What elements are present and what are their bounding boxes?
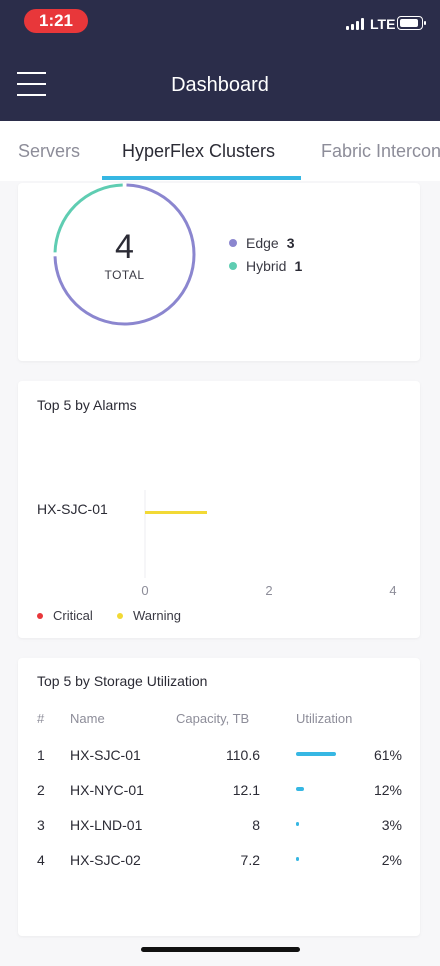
cluster-total-count: 4 [115, 228, 134, 266]
column-header-utilization: Utilization [296, 711, 353, 726]
row-capacity: 7.2 [240, 852, 260, 868]
signal-icon [346, 18, 366, 30]
row-utilization: 3% [381, 817, 402, 833]
x-tick-0: 0 [141, 583, 149, 598]
legend-warning-label: Warning [133, 608, 181, 623]
utilization-bar [296, 787, 304, 791]
row-capacity: 110.6 [226, 747, 260, 763]
alarms-title: Top 5 by Alarms [37, 397, 137, 413]
tab-servers[interactable]: Servers [18, 141, 80, 162]
storage-title: Top 5 by Storage Utilization [37, 673, 208, 689]
home-indicator[interactable] [141, 947, 300, 952]
utilization-bar [296, 822, 299, 826]
legend-hybrid-count: 1 [294, 258, 303, 274]
row-utilization: 2% [381, 852, 402, 868]
row-capacity: 8 [252, 817, 260, 833]
status-time: 1:21 [24, 9, 88, 33]
legend-critical-label: Critical [53, 608, 93, 623]
utilization-bar [296, 857, 299, 861]
legend-hybrid[interactable]: Hybrid 1 [229, 258, 302, 274]
critical-dot-icon [37, 612, 43, 619]
battery-icon [397, 16, 426, 30]
legend-critical[interactable]: Critical [37, 608, 93, 623]
row-capacity: 12.1 [232, 782, 260, 798]
legend-edge[interactable]: Edge 3 [229, 235, 295, 251]
alarms-bar-chart: HX-SJC-01 [37, 490, 207, 578]
utilization-bar [296, 752, 336, 756]
x-tick-2: 2 [265, 583, 273, 598]
row-utilization: 61% [373, 747, 402, 763]
column-header-name: Name [70, 711, 105, 726]
row-name: HX-LND-01 [70, 817, 143, 833]
edge-dot-icon [229, 239, 237, 248]
tab-bar: Servers HyperFlex Clusters Fabric Interc… [0, 121, 440, 181]
tab-fabric-interconnects[interactable]: Fabric Interconnects [321, 141, 440, 162]
row-name: HX-SJC-02 [70, 852, 141, 868]
app-header: 1:21 LTE Dashboard [0, 0, 440, 121]
row-utilization: 12% [373, 782, 402, 798]
legend-warning[interactable]: Warning [117, 608, 181, 623]
row-rank: 3 [37, 817, 45, 833]
hybrid-dot-icon [229, 262, 237, 271]
network-label: LTE [370, 16, 396, 32]
row-rank: 2 [37, 782, 45, 798]
column-header-rank: # [37, 711, 45, 726]
row-name: HX-SJC-01 [70, 747, 141, 763]
row-rank: 4 [37, 852, 45, 868]
legend-edge-label: Edge [246, 235, 279, 251]
alarm-bar-warning[interactable] [145, 511, 207, 514]
tab-hyperflex-clusters[interactable]: HyperFlex Clusters [122, 141, 275, 162]
legend-hybrid-label: Hybrid [246, 258, 287, 274]
page-title: Dashboard [171, 74, 269, 96]
x-tick-4: 4 [389, 583, 397, 598]
row-rank: 1 [37, 747, 45, 763]
legend-edge-count: 3 [286, 235, 295, 251]
row-name: HX-NYC-01 [70, 782, 144, 798]
warning-dot-icon [117, 612, 123, 619]
column-header-capacity: Capacity, TB [176, 711, 250, 726]
cluster-total-label: TOTAL [104, 268, 145, 282]
active-tab-indicator [102, 176, 301, 180]
category-label: HX-SJC-01 [37, 501, 108, 517]
